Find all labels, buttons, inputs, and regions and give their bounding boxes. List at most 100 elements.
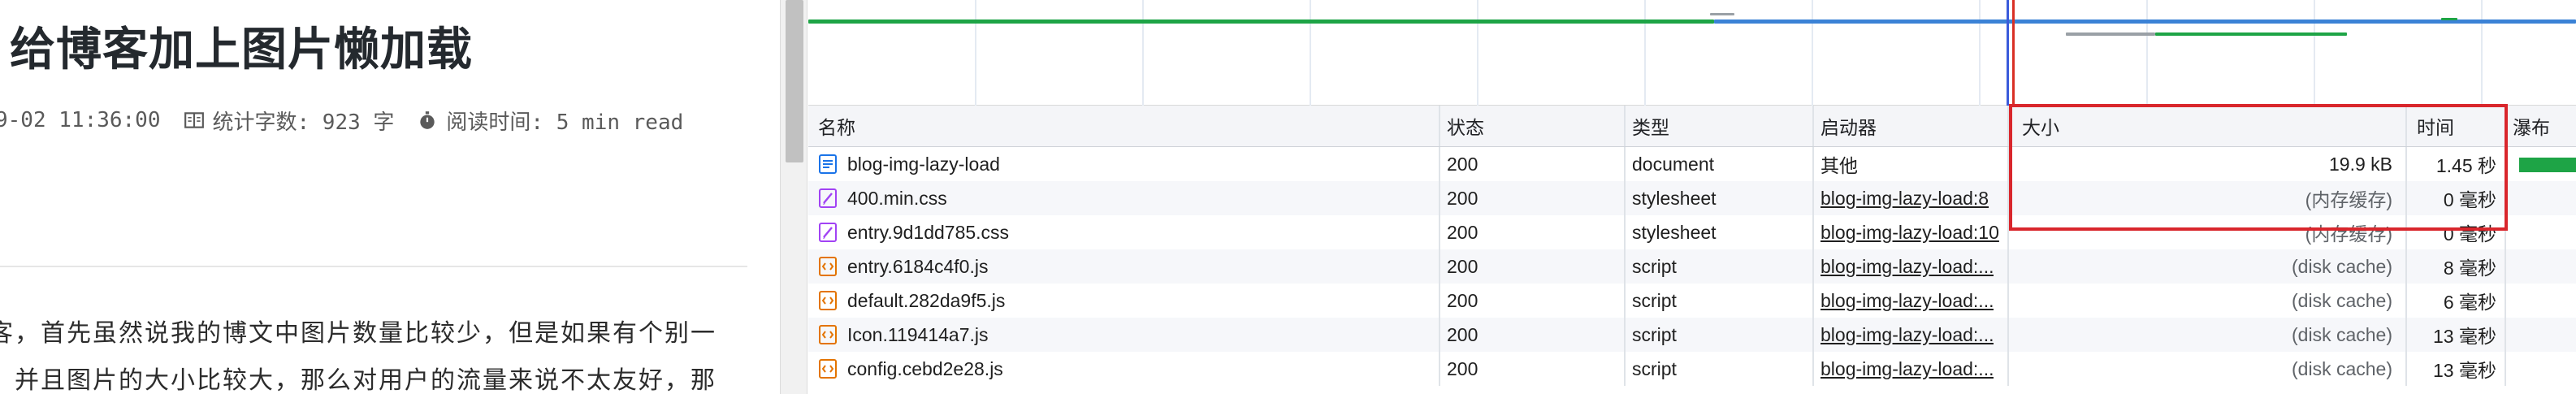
request-waterfall	[2506, 352, 2576, 386]
timeline-gridline	[1310, 0, 1311, 106]
request-status: 200	[1440, 147, 1626, 181]
request-size: 19.9 kB	[2009, 147, 2407, 181]
request-status: 200	[1440, 215, 1626, 249]
request-initiator[interactable]: blog-img-lazy-load:...	[1814, 318, 2009, 352]
timeline-bar-secondary	[2066, 32, 2155, 36]
request-name[interactable]: config.cebd2e28.js	[808, 352, 1440, 386]
load-event-marker	[2012, 0, 2015, 106]
column-header-waterfall[interactable]: 瀑布	[2506, 106, 2576, 146]
request-initiator[interactable]: blog-img-lazy-load:...	[1814, 284, 2009, 318]
request-name[interactable]: blog-img-lazy-load	[808, 147, 1440, 181]
initiator-link[interactable]: blog-img-lazy-load:10	[1821, 222, 1999, 244]
request-size: (disk cache)	[2009, 352, 2407, 386]
table-header: 名称 状态 类型 启动器 大小 时间 瀑布	[808, 106, 2576, 147]
request-waterfall	[2506, 181, 2576, 215]
request-initiator[interactable]: blog-img-lazy-load:...	[1814, 249, 2009, 284]
request-time: 6 毫秒	[2407, 284, 2506, 318]
request-size: (内存缓存)	[2009, 181, 2407, 215]
dom-content-loaded-marker	[2007, 0, 2009, 106]
request-time: 0 毫秒	[2407, 181, 2506, 215]
initiator-link[interactable]: blog-img-lazy-load:...	[1821, 290, 1994, 312]
post-title: 给博客加上图片懒加载	[10, 24, 473, 76]
request-name[interactable]: 400.min.css	[808, 181, 1440, 215]
request-type: script	[1626, 249, 1814, 284]
page-scrollbar[interactable]	[780, 0, 807, 394]
request-name[interactable]: entry.6184c4f0.js	[808, 249, 1440, 284]
script-icon	[819, 325, 837, 344]
request-type: document	[1626, 147, 1814, 181]
post-date: 9-02 11:36:00	[0, 108, 161, 132]
request-status: 200	[1440, 181, 1626, 215]
request-status: 200	[1440, 249, 1626, 284]
timeline-gridline	[1644, 0, 1646, 106]
stylesheet-icon	[819, 188, 837, 208]
waterfall-bar	[2519, 158, 2576, 172]
timeline-gridline	[1979, 0, 1981, 106]
timeline-bar-tick	[2441, 18, 2457, 20]
table-row[interactable]: entry.6184c4f0.js 200 script blog-img-la…	[808, 249, 2576, 284]
read-time: 阅读时间: 5 min read	[446, 110, 684, 135]
request-type: script	[1626, 352, 1814, 386]
request-initiator[interactable]: blog-img-lazy-load:...	[1814, 352, 2009, 386]
request-waterfall	[2506, 318, 2576, 352]
request-name[interactable]: entry.9d1dd785.css	[808, 215, 1440, 249]
request-time: 13 毫秒	[2407, 352, 2506, 386]
request-initiator: 其他	[1814, 147, 2009, 181]
column-header-size[interactable]: 大小	[2009, 106, 2407, 146]
word-count: 统计字数: 923 字	[212, 110, 395, 135]
timeline-gridline	[2481, 0, 2483, 106]
request-status: 200	[1440, 284, 1626, 318]
request-size: (disk cache)	[2009, 318, 2407, 352]
request-waterfall	[2506, 147, 2576, 181]
table-row[interactable]: 400.min.css 200 stylesheet blog-img-lazy…	[808, 181, 2576, 215]
stylesheet-icon	[819, 223, 837, 242]
stopwatch-icon	[420, 111, 435, 129]
timeline-bar-tick	[1710, 13, 1734, 15]
request-initiator[interactable]: blog-img-lazy-load:8	[1814, 181, 2009, 215]
scrollbar-thumb[interactable]	[786, 0, 803, 162]
blog-page: 给博客加上图片懒加载 9-02 11:36:00 统计字数: 923 字 阅读时…	[0, 0, 780, 394]
timeline-gridline	[975, 0, 976, 106]
request-name[interactable]: default.282da9f5.js	[808, 284, 1440, 318]
column-header-time[interactable]: 时间	[2407, 106, 2506, 146]
timeline-gridline	[1142, 0, 1144, 106]
post-meta: 9-02 11:36:00 统计字数: 923 字 阅读时间: 5 min re…	[0, 106, 683, 135]
request-waterfall	[2506, 284, 2576, 318]
request-name[interactable]: Icon.119414a7.js	[808, 318, 1440, 352]
table-row[interactable]: blog-img-lazy-load 200 document 其他 19.9 …	[808, 147, 2576, 181]
initiator-link[interactable]: blog-img-lazy-load:8	[1821, 188, 1989, 210]
initiator-link[interactable]: blog-img-lazy-load:...	[1821, 324, 1994, 346]
request-size: (disk cache)	[2009, 249, 2407, 284]
request-size: (内存缓存)	[2009, 215, 2407, 249]
timeline-bar-document	[808, 19, 1714, 24]
request-initiator[interactable]: blog-img-lazy-load:10	[1814, 215, 2009, 249]
table-row[interactable]: entry.9d1dd785.css 200 stylesheet blog-i…	[808, 215, 2576, 249]
request-status: 200	[1440, 318, 1626, 352]
timeline-gridline	[2314, 0, 2315, 106]
request-type: stylesheet	[1626, 215, 1814, 249]
script-icon	[819, 291, 837, 310]
document-icon	[819, 154, 837, 174]
initiator-link[interactable]: blog-img-lazy-load:...	[1821, 358, 1994, 380]
table-row[interactable]: config.cebd2e28.js 200 script blog-img-l…	[808, 352, 2576, 386]
table-row[interactable]: Icon.119414a7.js 200 script blog-img-laz…	[808, 318, 2576, 352]
timeline-bar-secondary	[2155, 32, 2347, 36]
timeline-gridline	[1477, 0, 1478, 106]
network-overview-timeline[interactable]	[808, 0, 2576, 106]
request-time: 13 毫秒	[2407, 318, 2506, 352]
script-icon	[819, 257, 837, 276]
initiator-link[interactable]: blog-img-lazy-load:...	[1821, 256, 1994, 278]
script-icon	[819, 359, 837, 379]
timeline-gridline	[2146, 0, 2148, 106]
divider	[0, 266, 747, 267]
column-header-name[interactable]: 名称	[808, 106, 1440, 146]
column-header-type[interactable]: 类型	[1626, 106, 1814, 146]
request-status: 200	[1440, 352, 1626, 386]
column-header-status[interactable]: 状态	[1440, 106, 1626, 146]
column-header-initiator[interactable]: 启动器	[1814, 106, 2009, 146]
request-type: script	[1626, 318, 1814, 352]
paragraph-line: ，并且图片的大小比较大，那么对用户的流量来说不太友好，那	[0, 366, 717, 394]
devtools-network-panel: 名称 状态 类型 启动器 大小 时间 瀑布 blog-img-lazy-load…	[808, 0, 2576, 394]
table-row[interactable]: default.282da9f5.js 200 script blog-img-…	[808, 284, 2576, 318]
request-type: stylesheet	[1626, 181, 1814, 215]
